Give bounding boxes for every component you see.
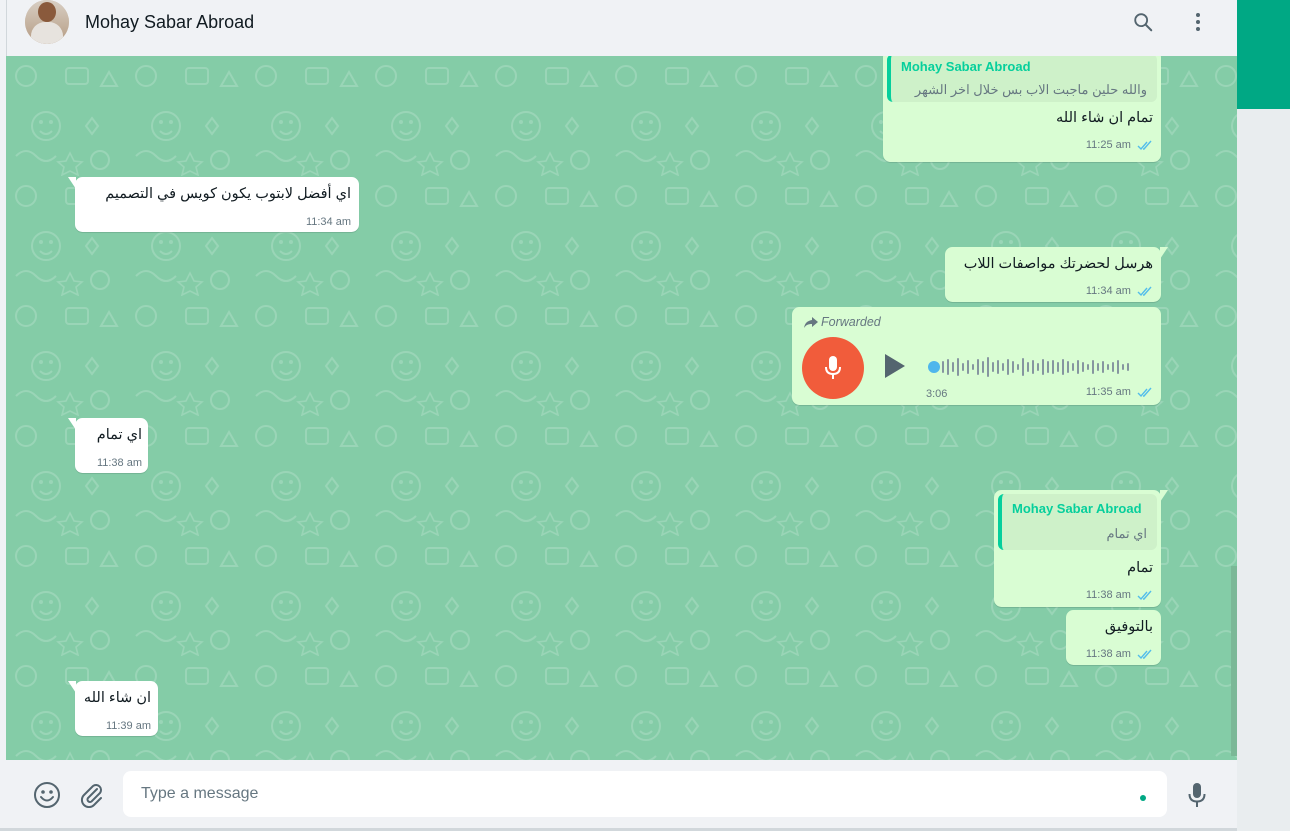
attach-icon[interactable]: [77, 780, 107, 810]
voice-message-bubble[interactable]: Forwarded 3:06 11:35 am: [792, 307, 1161, 405]
message-text: بالتوفيق: [1104, 619, 1153, 635]
message-bubble-outgoing[interactable]: Mohay Sabar Abroad والله حلين ماجبت الاب…: [883, 56, 1161, 162]
quote-author: Mohay Sabar Abroad: [1012, 501, 1142, 516]
quote-text: اي تمام: [1106, 526, 1147, 541]
emoji-icon[interactable]: [32, 780, 62, 810]
message-bubble-incoming[interactable]: ان شاء الله 11:39 am: [68, 681, 158, 736]
message-composer: [6, 760, 1237, 828]
quote-text: والله حلين ماجبت الاب بس خلال اخر الشهر: [914, 82, 1147, 97]
message-timestamp: 11:38 am: [1086, 648, 1153, 660]
voice-waveform[interactable]: [927, 355, 1137, 379]
message-time: 11:25 am: [1085, 139, 1131, 151]
quoted-message[interactable]: Mohay Sabar Abroad اي تمام: [998, 494, 1157, 550]
message-timestamp: 11:35 am: [1086, 386, 1153, 398]
message-time: 11:39 am: [105, 720, 151, 732]
contact-name[interactable]: Mohay Sabar Abroad: [85, 12, 254, 33]
message-text: تمام ان شاء الله: [1056, 110, 1153, 126]
message-text: تمام: [1127, 560, 1153, 576]
play-icon[interactable]: [882, 352, 908, 380]
side-panel: [1237, 109, 1290, 831]
scrollbar-thumb[interactable]: [1231, 566, 1237, 756]
message-bubble-outgoing[interactable]: هرسل لحضرتك مواصفات اللاب 11:34 am: [945, 247, 1168, 302]
message-bubble-outgoing[interactable]: بالتوفيق 11:38 am: [1066, 610, 1161, 665]
menu-icon[interactable]: [1186, 10, 1210, 34]
input-status-dot: [1140, 795, 1146, 801]
forward-icon: [804, 317, 818, 329]
message-time: 11:38 am: [1085, 648, 1131, 660]
chat-messages-area[interactable]: Mohay Sabar Abroad والله حلين ماجبت الاب…: [6, 56, 1237, 760]
mic-icon[interactable]: [1182, 780, 1212, 810]
read-ticks-icon: [1137, 140, 1152, 150]
forwarded-label: Forwarded: [804, 315, 881, 329]
read-ticks-icon: [1137, 387, 1152, 397]
app-window: Mohay Sabar Abroad Mohay Sabar Abroad وا…: [0, 0, 1290, 831]
message-timestamp: 11:38 am: [1086, 589, 1153, 601]
message-bubble-incoming[interactable]: اي تمام 11:38 am: [68, 418, 148, 473]
read-ticks-icon: [1137, 286, 1152, 296]
message-timestamp: 11:34 am: [1086, 285, 1153, 297]
message-bubble-incoming[interactable]: اي أفضل لابتوب يكون كويس في التصميم 11:3…: [68, 177, 359, 232]
quoted-message[interactable]: Mohay Sabar Abroad والله حلين ماجبت الاب…: [887, 56, 1157, 102]
message-text: هرسل لحضرتك مواصفات اللاب: [963, 256, 1153, 272]
search-icon[interactable]: [1131, 10, 1155, 34]
read-ticks-icon: [1137, 649, 1152, 659]
quote-author: Mohay Sabar Abroad: [901, 59, 1031, 74]
message-input-container[interactable]: [123, 771, 1167, 817]
voice-duration: 3:06: [926, 388, 948, 400]
side-accent-strip: [1237, 0, 1290, 109]
voice-sender-mic-icon: [802, 337, 864, 399]
message-time: 11:38 am: [96, 457, 142, 469]
message-text: ان شاء الله: [83, 690, 151, 706]
read-ticks-icon: [1137, 590, 1152, 600]
chat-header: Mohay Sabar Abroad: [6, 0, 1237, 56]
message-text: اي تمام: [96, 427, 142, 443]
message-bubble-outgoing[interactable]: Mohay Sabar Abroad اي تمام تمام 11:38 am: [994, 490, 1168, 607]
message-time: 11:38 am: [1085, 589, 1131, 601]
message-time: 11:34 am: [1085, 285, 1131, 297]
avatar[interactable]: [25, 0, 69, 44]
message-text: اي أفضل لابتوب يكون كويس في التصميم: [105, 186, 351, 202]
message-timestamp: 11:25 am: [1086, 139, 1153, 151]
message-time: 11:34 am: [305, 216, 351, 228]
message-input[interactable]: [141, 771, 1121, 817]
message-time: 11:35 am: [1085, 386, 1131, 398]
